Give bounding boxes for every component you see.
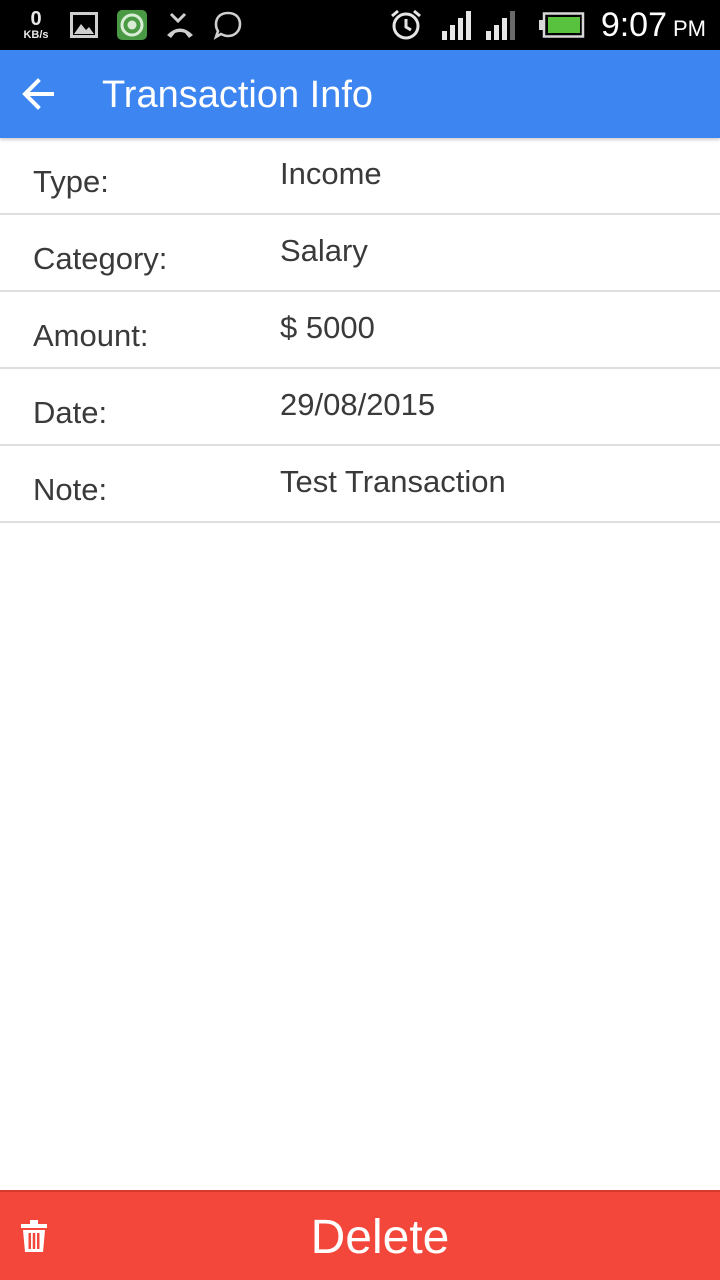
transaction-details-list: Type: Income Category: Salary Amount: $ … <box>0 138 720 523</box>
detail-value: Salary <box>280 233 368 268</box>
net-speed-indicator: 0 KB/s <box>16 0 56 50</box>
page-title: Transaction Info <box>102 74 374 116</box>
app-ring-icon <box>115 0 149 50</box>
net-speed-value: 0 <box>30 8 42 30</box>
detail-value: $ 5000 <box>280 310 375 345</box>
detail-row-date: Date: 29/08/2015 <box>0 369 720 446</box>
status-clock: 9:07 PM <box>601 0 706 50</box>
image-icon <box>67 0 101 50</box>
signal-icon <box>485 0 519 50</box>
detail-value: Income <box>280 156 382 191</box>
detail-row-note: Note: Test Transaction <box>0 446 720 523</box>
delete-label: Delete <box>310 1211 450 1264</box>
detail-value: 29/08/2015 <box>280 387 436 422</box>
detail-label: Note: <box>33 472 108 507</box>
signal-icon <box>441 0 475 50</box>
detail-value: Test Transaction <box>280 464 506 499</box>
battery-icon <box>537 0 587 50</box>
clock-ampm: PM <box>673 16 706 41</box>
net-speed-unit: KB/s <box>23 29 49 41</box>
detail-label: Type: <box>33 164 109 199</box>
alarm-icon <box>389 0 423 50</box>
detail-label: Date: <box>33 395 108 430</box>
detail-label: Amount: <box>33 318 149 353</box>
clock-time: 9:07 <box>600 5 667 44</box>
delete-button[interactable]: Delete <box>0 1190 720 1280</box>
app-bar: Transaction Info <box>0 50 720 138</box>
status-bar: 0 KB/s 9:07 PM <box>0 0 720 50</box>
detail-row-type: Type: Income <box>0 138 720 215</box>
detail-label: Category: <box>33 241 168 276</box>
detail-row-amount: Amount: $ 5000 <box>0 292 720 369</box>
missed-call-icon <box>163 0 197 50</box>
chat-bubble-icon <box>211 0 245 50</box>
arrow-left-icon <box>22 78 54 110</box>
detail-row-category: Category: Salary <box>0 215 720 292</box>
back-button[interactable] <box>10 66 66 122</box>
transaction-info-screen: 0 KB/s 9:07 PM Transaction Info Type: In… <box>0 0 720 1280</box>
